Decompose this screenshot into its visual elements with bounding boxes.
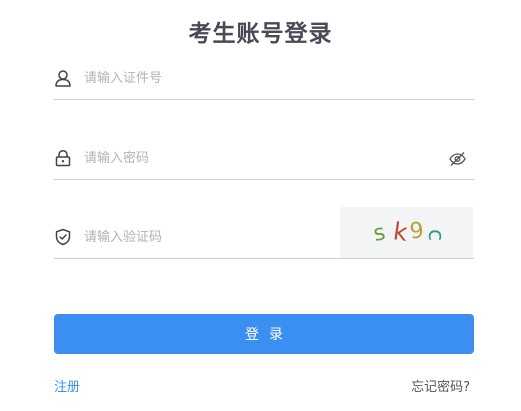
captcha-char-4: c — [423, 229, 448, 241]
eye-hidden-icon[interactable] — [449, 151, 466, 167]
id-number-field — [54, 59, 474, 100]
login-button[interactable]: 登录 — [54, 314, 474, 354]
captcha-char-1: s — [371, 220, 387, 247]
password-field — [54, 139, 474, 180]
shield-check-icon — [55, 228, 71, 246]
captcha-char-3: 9 — [409, 218, 426, 244]
captcha-image[interactable]: s k 9 c — [340, 207, 473, 258]
captcha-input[interactable] — [84, 224, 334, 250]
lock-icon — [55, 150, 71, 167]
password-input[interactable] — [84, 145, 434, 171]
user-icon — [55, 70, 71, 87]
forgot-password-link[interactable]: 忘记密码? — [411, 376, 470, 395]
captcha-char-2: k — [392, 217, 410, 247]
id-number-input[interactable] — [84, 65, 464, 91]
captcha-glyphs: s k 9 c — [371, 217, 448, 247]
register-link[interactable]: 注册 — [54, 376, 80, 395]
page-title: 考生账号登录 — [188, 21, 333, 47]
